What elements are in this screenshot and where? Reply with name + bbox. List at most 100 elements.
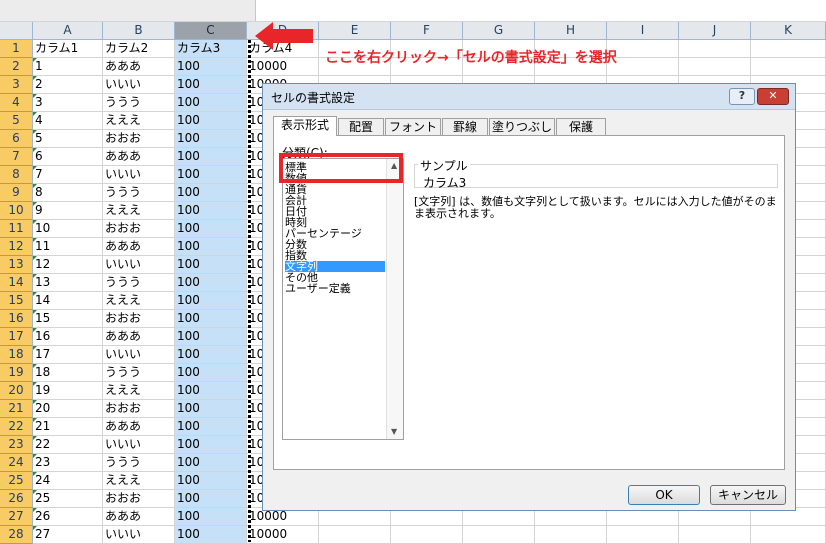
cell-b[interactable]: えええ	[103, 292, 175, 310]
cell-a[interactable]: 27	[33, 526, 103, 544]
row-header[interactable]: 8	[0, 166, 33, 184]
cell-a[interactable]: 12	[33, 256, 103, 274]
tab-2[interactable]: 配置	[338, 118, 384, 135]
row-header[interactable]: 27	[0, 508, 33, 526]
scroll-down-icon[interactable]: ▼	[391, 427, 397, 436]
tab-1[interactable]: 表示形式	[273, 116, 337, 136]
name-box[interactable]	[0, 0, 256, 21]
cell-c[interactable]: 100	[175, 256, 247, 274]
cell-b[interactable]: いいい	[103, 436, 175, 454]
row-header[interactable]: 25	[0, 472, 33, 490]
tab-6[interactable]: 保護	[556, 118, 606, 135]
cell-a[interactable]: 23	[33, 454, 103, 472]
cell-c[interactable]: 100	[175, 112, 247, 130]
row-header[interactable]: 10	[0, 202, 33, 220]
cell-b[interactable]: おおお	[103, 400, 175, 418]
cell-a[interactable]: 18	[33, 364, 103, 382]
cell-c[interactable]: 100	[175, 202, 247, 220]
cell-b[interactable]: ううう	[103, 94, 175, 112]
cell-c[interactable]: 100	[175, 94, 247, 112]
cell-b[interactable]: ううう	[103, 454, 175, 472]
column-header-b[interactable]: B	[103, 22, 175, 40]
cell-f[interactable]	[391, 526, 463, 544]
cell-b[interactable]: えええ	[103, 472, 175, 490]
row-header[interactable]: 22	[0, 418, 33, 436]
cell-c[interactable]: 100	[175, 346, 247, 364]
row-header[interactable]: 24	[0, 454, 33, 472]
cell-j[interactable]	[679, 40, 751, 58]
cell-c[interactable]: 100	[175, 310, 247, 328]
cell-b[interactable]: おおお	[103, 490, 175, 508]
cell-a[interactable]: 10	[33, 220, 103, 238]
cancel-button[interactable]: キャンセル	[710, 485, 786, 505]
cell-b[interactable]: ううう	[103, 364, 175, 382]
cell-a[interactable]: 2	[33, 76, 103, 94]
cell-b[interactable]: いいい	[103, 76, 175, 94]
category-item[interactable]: ユーザー定義	[285, 283, 385, 294]
cell-c[interactable]: 100	[175, 418, 247, 436]
row-header[interactable]: 20	[0, 382, 33, 400]
row-header[interactable]: 1	[0, 40, 33, 58]
cell-c[interactable]: 100	[175, 436, 247, 454]
column-header-h[interactable]: H	[535, 22, 607, 40]
tab-4[interactable]: 罫線	[442, 118, 488, 135]
cell-b[interactable]: カラム2	[103, 40, 175, 58]
cell-a[interactable]: 9	[33, 202, 103, 220]
cell-a[interactable]: 24	[33, 472, 103, 490]
tab-3[interactable]: フォント	[385, 118, 441, 135]
cell-a[interactable]: 19	[33, 382, 103, 400]
close-button[interactable]: ✕	[757, 88, 789, 105]
cell-b[interactable]: おおお	[103, 310, 175, 328]
cell-j[interactable]	[679, 526, 751, 544]
column-header-j[interactable]: J	[679, 22, 751, 40]
cell-a[interactable]: 1	[33, 58, 103, 76]
column-header-g[interactable]: G	[463, 22, 535, 40]
cell-a[interactable]: 4	[33, 112, 103, 130]
cell-b[interactable]: いいい	[103, 256, 175, 274]
cell-c[interactable]: 100	[175, 166, 247, 184]
column-header-f[interactable]: F	[391, 22, 463, 40]
cell-b[interactable]: あああ	[103, 148, 175, 166]
category-list[interactable]: ▲ ▼ 標準 数値 通貨 会計 日付 時刻 パーセンテージ 分数 指数 文字列 その他 ユーザー定義	[282, 158, 404, 440]
cell-c[interactable]: 100	[175, 382, 247, 400]
row-header[interactable]: 17	[0, 328, 33, 346]
cell-i[interactable]	[607, 526, 679, 544]
cell-b[interactable]: あああ	[103, 418, 175, 436]
cell-a[interactable]: 5	[33, 130, 103, 148]
cell-i[interactable]	[607, 58, 679, 76]
cell-c[interactable]: 100	[175, 364, 247, 382]
cell-b[interactable]: いいい	[103, 166, 175, 184]
cell-c[interactable]: 100	[175, 292, 247, 310]
cell-i[interactable]	[607, 40, 679, 58]
cell-c[interactable]: 100	[175, 328, 247, 346]
cell-a[interactable]: 13	[33, 274, 103, 292]
cell-c[interactable]: 100	[175, 472, 247, 490]
cell-a[interactable]: 6	[33, 148, 103, 166]
row-header[interactable]: 18	[0, 346, 33, 364]
cell-c[interactable]: 100	[175, 130, 247, 148]
cell-a[interactable]: 20	[33, 400, 103, 418]
cell-e[interactable]	[319, 526, 391, 544]
cell-c[interactable]: 100	[175, 490, 247, 508]
cell-b[interactable]: えええ	[103, 112, 175, 130]
cell-a[interactable]: 16	[33, 328, 103, 346]
category-scrollbar[interactable]: ▲ ▼	[386, 159, 403, 439]
help-button[interactable]: ?	[729, 88, 755, 105]
cell-b[interactable]: えええ	[103, 382, 175, 400]
cell-b[interactable]: あああ	[103, 328, 175, 346]
cell-a[interactable]: 17	[33, 346, 103, 364]
select-all-corner[interactable]	[0, 22, 33, 40]
row-header[interactable]: 7	[0, 148, 33, 166]
cell-b[interactable]: ううう	[103, 184, 175, 202]
row-header[interactable]: 4	[0, 94, 33, 112]
row-header[interactable]: 19	[0, 364, 33, 382]
cell-k[interactable]	[751, 58, 826, 76]
cell-b[interactable]: あああ	[103, 58, 175, 76]
row-header[interactable]: 21	[0, 400, 33, 418]
cell-a[interactable]: 22	[33, 436, 103, 454]
cell-b[interactable]: あああ	[103, 238, 175, 256]
cell-a[interactable]: カラム1	[33, 40, 103, 58]
cell-a[interactable]: 26	[33, 508, 103, 526]
cell-c[interactable]: カラム3	[175, 40, 247, 58]
column-header-i[interactable]: I	[607, 22, 679, 40]
